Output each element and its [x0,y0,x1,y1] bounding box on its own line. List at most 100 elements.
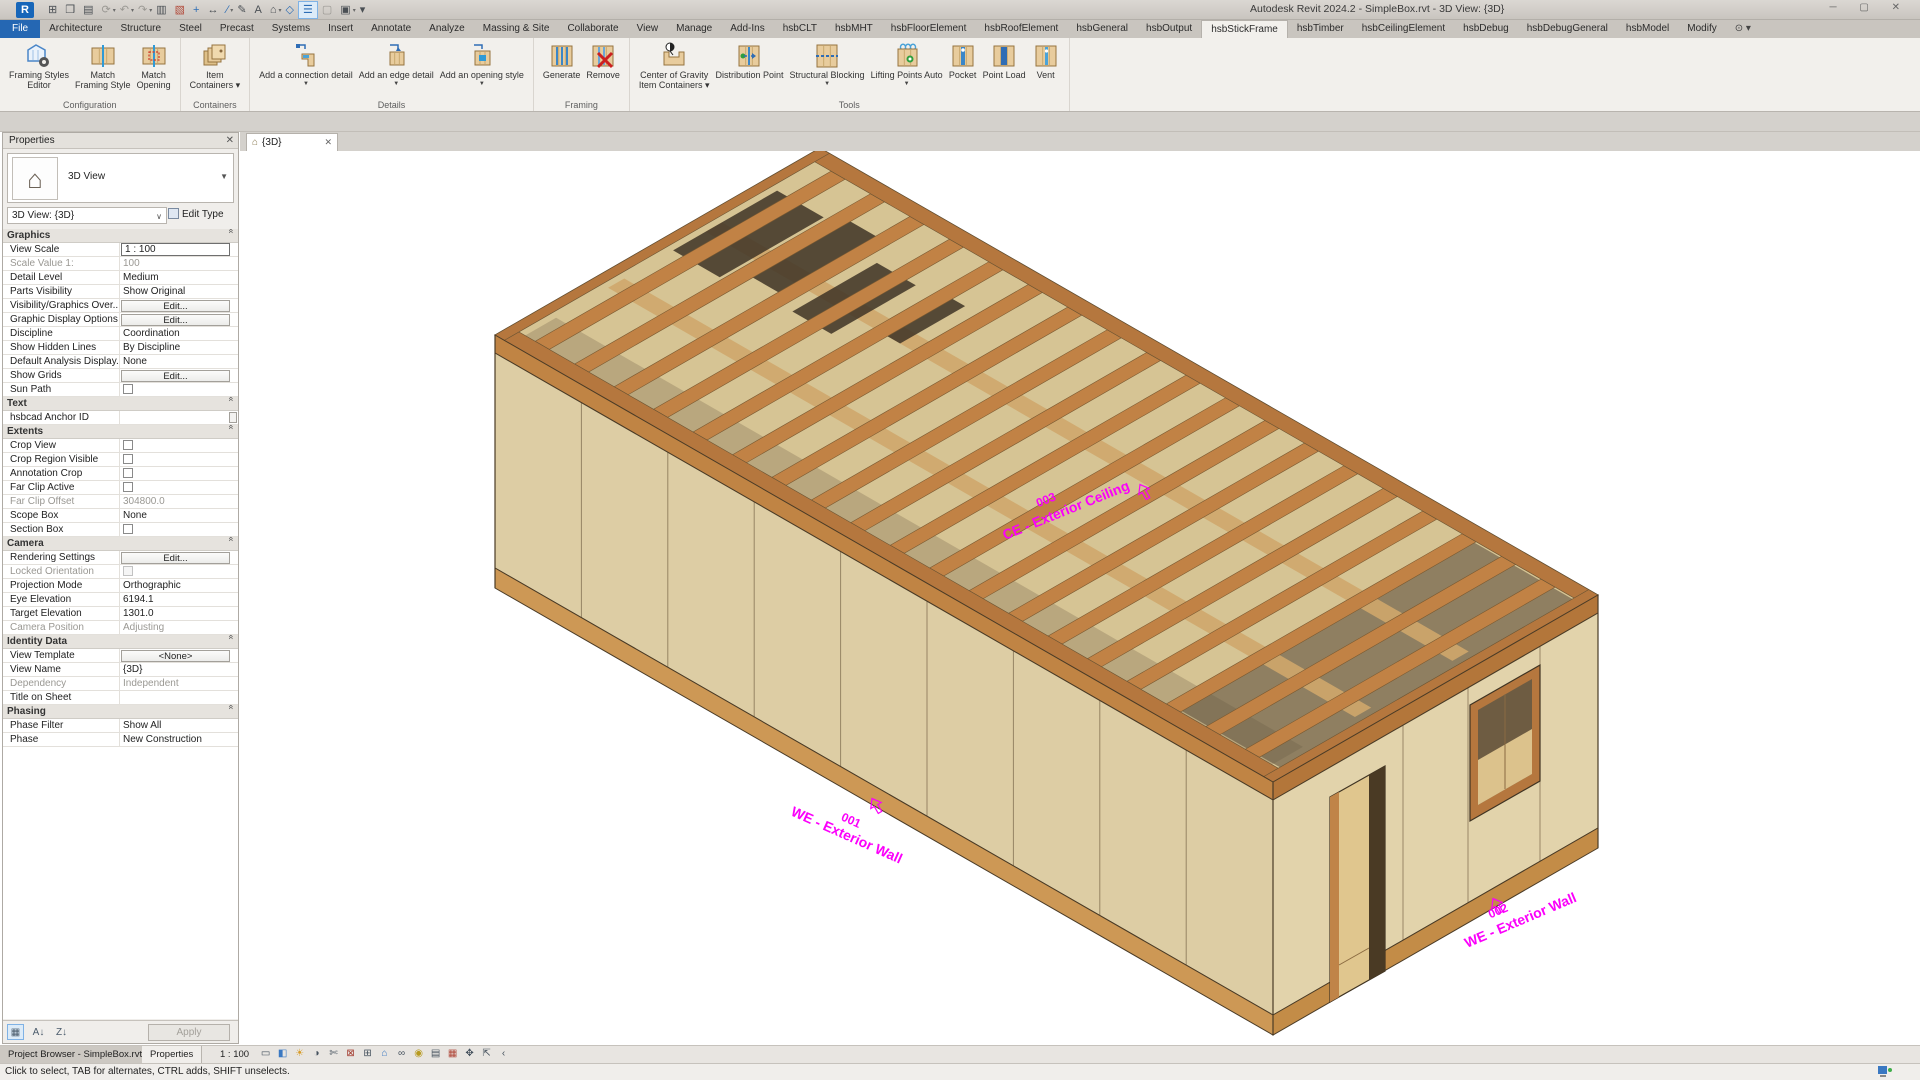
property-value[interactable] [120,523,238,536]
detail-line-icon[interactable]: ✎ [233,1,250,19]
window-buttons[interactable]: ─ ▢ ✕ [1830,2,1910,13]
browse-button[interactable] [229,412,237,423]
delete-icon[interactable]: ▧ [171,1,189,19]
property-value[interactable]: 1301.0 [120,607,238,620]
aligned-dimension-icon[interactable]: ↔ [203,1,222,19]
chevron-down-icon[interactable]: ▼ [303,81,309,87]
worksharing-icon[interactable]: ⇱ [478,1045,495,1063]
property-value[interactable]: None [120,355,238,368]
property-value[interactable]: 100 [120,257,238,270]
ribbon-tab-precast[interactable]: Precast [211,20,263,38]
property-value[interactable]: <None> [120,649,238,662]
crop-view-icon[interactable]: ✄ [325,1045,342,1063]
drawing-area[interactable]: 003 CE - Exterior Ceiling 001 WE - Exter… [240,151,1920,1045]
detail-level-icon[interactable]: ▭ [257,1045,274,1063]
structural-blocking-button[interactable]: Structural Blocking▼ [790,41,865,87]
section-header-camera[interactable]: Camera« [3,537,238,551]
ribbon-tab-architecture[interactable]: Architecture [40,20,111,38]
property-value[interactable] [120,411,238,424]
reveal-hidden-icon[interactable]: ◉ [410,1045,427,1063]
ribbon-tab-collaborate[interactable]: Collaborate [558,20,627,38]
property-value[interactable]: Edit... [120,551,238,564]
property-value[interactable]: Medium [120,271,238,284]
tab-file[interactable]: File [0,20,40,38]
property-value[interactable] [120,453,238,466]
revit-logo-icon[interactable]: R [16,2,34,18]
ribbon-tab-annotate[interactable]: Annotate [362,20,420,38]
temp-view-props-icon[interactable]: ▤ [427,1045,444,1063]
text-icon[interactable]: A [251,1,266,19]
item-containers-button[interactable]: ItemContainers ▾ [190,41,241,90]
section-header-graphics[interactable]: Graphics« [3,229,238,243]
view-template-button[interactable]: <None> [121,650,230,662]
print-icon[interactable]: ▥ [152,1,170,19]
open-folder-icon[interactable]: ❒ [61,1,79,19]
collapse-icon[interactable]: « [225,705,238,719]
ribbon-tab-steel[interactable]: Steel [170,20,211,38]
view-scale-button[interactable]: 1 : 100 [212,1049,257,1060]
section-header-text[interactable]: Text« [3,397,238,411]
ribbon-tab-analyze[interactable]: Analyze [420,20,474,38]
property-value[interactable]: Show Original [120,285,238,298]
chevron-down-icon[interactable]: ▼ [824,81,830,87]
property-value[interactable] [120,691,238,704]
instance-selector[interactable]: 3D View: {3D} ∨ [7,207,167,224]
add-opening-style-button[interactable]: Add an opening style▼ [440,41,524,87]
checkbox[interactable] [123,454,133,464]
project-browser-tab[interactable]: Project Browser - SimpleBox.rvt [0,1046,151,1064]
collapse-icon[interactable]: « [225,229,238,243]
chevron-down-icon[interactable]: ▼ [904,81,910,87]
property-value[interactable]: New Construction [120,733,238,746]
temporary-hide-icon[interactable]: ∞ [393,1045,410,1063]
ribbon-tab-hsbfloorelement[interactable]: hsbFloorElement [882,20,976,38]
lifting-points-auto-button[interactable]: Lifting Points Auto▼ [871,41,943,87]
property-value[interactable]: 304800.0 [120,495,238,508]
property-value[interactable]: None [120,509,238,522]
collapse-icon[interactable]: « [225,397,238,411]
checkbox[interactable] [123,524,133,534]
property-value[interactable]: Adjusting [120,621,238,634]
collapse-icon[interactable]: « [225,425,238,439]
collapse-icon[interactable]: « [225,537,238,551]
collapse-icon[interactable]: « [225,635,238,649]
ribbon-tab-hsbmodel[interactable]: hsbModel [1617,20,1678,38]
property-value[interactable] [120,467,238,480]
customize-qat-icon[interactable]: ▾ [356,1,370,19]
section-header-phasing[interactable]: Phasing« [3,705,238,719]
checkbox[interactable] [123,384,133,394]
ribbon-tab-view[interactable]: View [628,20,668,38]
property-value[interactable]: {3D} [120,663,238,676]
vent-button[interactable]: Vent [1032,41,1060,80]
checkbox[interactable] [123,440,133,450]
section-header-extents[interactable]: Extents« [3,425,238,439]
constraints-icon[interactable]: ✥ [461,1045,478,1063]
ribbon-tab-add-ins[interactable]: Add-Ins [721,20,773,38]
value-input[interactable]: 1 : 100 [121,243,230,256]
ribbon-tab-more[interactable]: ⊙ ▾ [1726,20,1760,38]
property-value[interactable] [120,481,238,494]
collapse-bar-icon[interactable]: ‹ [495,1045,512,1063]
chevron-down-icon[interactable]: ▼ [393,81,399,87]
ribbon-tab-hsbstickframe[interactable]: hsbStickFrame [1201,20,1288,38]
door-opening[interactable] [1330,766,1385,1002]
point-load-button[interactable]: Point Load [983,41,1026,80]
3d-model[interactable]: 003 CE - Exterior Ceiling 001 WE - Exter… [240,151,1920,1045]
ribbon-tab-massing-site[interactable]: Massing & Site [474,20,559,38]
property-value[interactable]: Independent [120,677,238,690]
property-value[interactable] [120,565,238,578]
section-header-identity-data[interactable]: Identity Data« [3,635,238,649]
property-value[interactable]: 1 : 100 [120,243,238,256]
ribbon-tab-modify[interactable]: Modify [1678,20,1725,38]
property-value[interactable]: Edit... [120,299,238,312]
ribbon-tab-hsbmht[interactable]: hsbMHT [826,20,882,38]
generate-button[interactable]: Generate [543,41,581,80]
property-value[interactable]: Edit... [120,369,238,382]
app-grid-icon[interactable]: ⊞ [44,1,61,19]
property-value[interactable]: Edit... [120,313,238,326]
perspective-icon[interactable]: ⌂ [376,1045,393,1063]
sort-desc-icon[interactable]: Z↓ [53,1024,70,1040]
center-of-gravity-button[interactable]: Center of GravityItem Containers ▾ [639,41,710,90]
remove-button[interactable]: Remove [586,41,620,80]
property-value[interactable]: Orthographic [120,579,238,592]
properties-tab[interactable]: Properties [142,1046,202,1064]
